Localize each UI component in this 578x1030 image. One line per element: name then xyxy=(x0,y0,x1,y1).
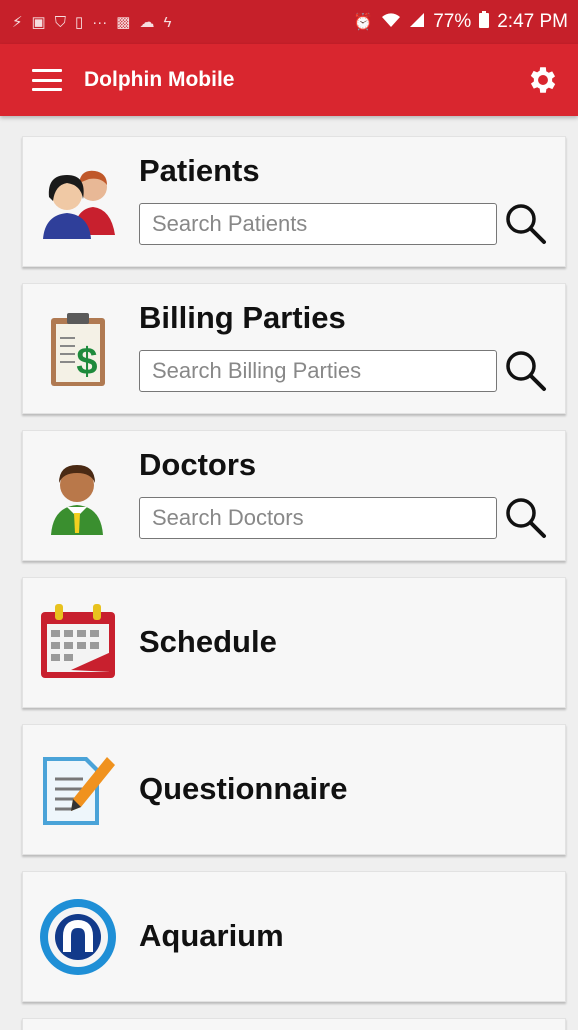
gear-icon[interactable] xyxy=(526,63,560,97)
billing-clipboard-icon: $ xyxy=(51,313,105,386)
battery-icon xyxy=(479,11,490,33)
shield-icon: ⛉ xyxy=(54,13,66,31)
doctors-card[interactable]: Doctors xyxy=(22,430,566,561)
app-bar: Dolphin Mobile xyxy=(0,44,578,116)
aquarium-card[interactable]: Aquarium xyxy=(22,871,566,1002)
doctors-title: Doctors xyxy=(139,447,257,482)
patients-icon xyxy=(43,170,115,239)
battery-percent: 77% xyxy=(433,11,472,32)
alarm-icon: ⏰ xyxy=(353,14,374,31)
billing-parties-card[interactable]: $ Billing Parties xyxy=(22,283,566,414)
questionnaire-card[interactable]: Questionnaire xyxy=(22,724,566,855)
search-icon[interactable] xyxy=(503,201,549,247)
schedule-card[interactable]: Schedule xyxy=(22,577,566,708)
svg-text:$: $ xyxy=(76,341,97,383)
signal-icon xyxy=(409,12,425,33)
aquarium-logo-icon xyxy=(40,899,116,975)
chat-icon: ▣ xyxy=(31,13,46,31)
cloud-icon: ☁ xyxy=(139,13,155,31)
app-title: Dolphin Mobile xyxy=(84,68,235,91)
patients-card[interactable]: Patients xyxy=(22,136,566,267)
billing-parties-title: Billing Parties xyxy=(139,300,346,335)
clock: 2:47 PM xyxy=(497,11,568,32)
flash-icon: ϟ xyxy=(163,13,172,31)
doctor-icon xyxy=(51,465,103,535)
schedule-title: Schedule xyxy=(139,624,277,659)
hamburger-menu-icon[interactable] xyxy=(32,69,62,91)
questionnaire-title: Questionnaire xyxy=(139,771,348,806)
facebook-icon: ▩ xyxy=(116,13,131,31)
aquarium-title: Aquarium xyxy=(139,918,284,953)
calendar-icon xyxy=(41,604,115,678)
patients-title: Patients xyxy=(139,153,260,188)
phone-icon: ▯ xyxy=(75,13,84,31)
search-icon[interactable] xyxy=(503,348,549,394)
notification-icons: ⚡︎ ▣ ⛉ ▯ ··· ▩ ☁ ϟ xyxy=(12,15,171,30)
search-doctors-input[interactable] xyxy=(139,497,497,539)
wifi-icon xyxy=(381,12,401,33)
more-icon: ··· xyxy=(92,13,108,31)
activity-icon: ⚡︎ xyxy=(12,13,23,31)
status-bar: ⚡︎ ▣ ⛉ ▯ ··· ▩ ☁ ϟ ⏰ 77% 2:47 PM xyxy=(0,0,578,44)
search-icon[interactable] xyxy=(503,495,549,541)
search-patients-input[interactable] xyxy=(139,203,497,245)
next-menu-card[interactable] xyxy=(22,1018,566,1030)
search-billing-parties-input[interactable] xyxy=(139,350,497,392)
questionnaire-icon xyxy=(43,757,115,825)
